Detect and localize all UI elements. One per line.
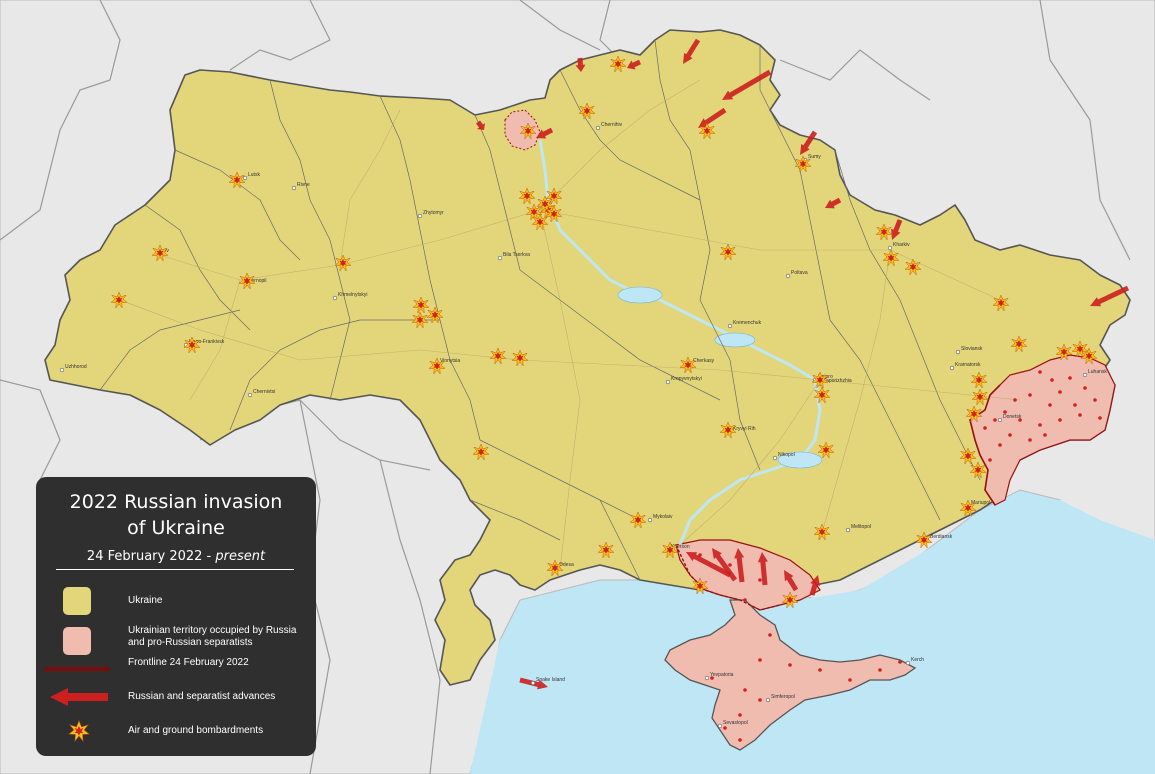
occupied-city-dot	[1038, 423, 1042, 427]
occupied-city-dot	[1068, 376, 1072, 380]
occupied-city-dot	[1013, 398, 1017, 402]
occupied-city-dot	[1003, 410, 1007, 414]
legend-label-occupied-line2: and pro-Russian separatists	[128, 637, 253, 648]
occupied-swatch	[63, 627, 91, 655]
legend-divider	[56, 569, 294, 570]
occupied-city-dot	[738, 738, 742, 742]
svg-text:Kropyvnytskyi: Kropyvnytskyi	[671, 376, 702, 382]
svg-text:Cherkasy: Cherkasy	[693, 358, 715, 364]
legend-label-occupied-line1: Ukrainian territory occupied by Russia	[128, 625, 297, 636]
legend-item-ukraine: Ukraine	[36, 587, 316, 627]
svg-text:Kremenchuk: Kremenchuk	[733, 320, 762, 326]
occupied-city-dot	[1028, 393, 1032, 397]
svg-text:Luhansk: Luhansk	[1088, 369, 1107, 375]
occupied-city-dot	[698, 553, 702, 557]
occupied-city-dot	[988, 458, 992, 462]
svg-text:Nikopol: Nikopol	[778, 452, 795, 458]
svg-text:Odesa: Odesa	[559, 562, 574, 568]
svg-text:Zhytomyr: Zhytomyr	[423, 210, 444, 216]
map-stage: KyivKharkivChernihivSumyOdesaMykolaivKhe…	[0, 0, 1155, 774]
svg-text:Uzhhorod: Uzhhorod	[65, 364, 87, 370]
svg-text:Poltava: Poltava	[791, 270, 808, 276]
legend-label-ukraine: Ukraine	[128, 595, 163, 606]
svg-text:Chernivtsi: Chernivtsi	[253, 389, 275, 395]
occupied-city-dot	[848, 678, 852, 682]
explosion-icon	[68, 720, 90, 742]
occupied-city-dot	[1048, 403, 1052, 407]
svg-text:Chernihiv: Chernihiv	[601, 122, 623, 128]
occupied-city-dot	[743, 598, 747, 602]
svg-text:Kerch: Kerch	[911, 657, 924, 663]
svg-text:Berdiansk: Berdiansk	[930, 534, 953, 540]
svg-text:Mykolaiv: Mykolaiv	[653, 514, 673, 520]
occupied-city-dot	[1083, 386, 1087, 390]
occupied-city-dot	[1058, 390, 1062, 394]
legend-label-frontline: Frontline 24 February 2022	[128, 657, 249, 668]
occupied-city-dot	[818, 668, 822, 672]
svg-text:Simferopol: Simferopol	[771, 694, 795, 700]
ukraine-swatch	[63, 587, 91, 615]
svg-text:Sloviansk: Sloviansk	[961, 346, 983, 352]
occupied-city-dot	[1078, 413, 1082, 417]
occupied-city-dot	[1050, 378, 1054, 382]
svg-text:Sevastopol: Sevastopol	[723, 720, 748, 726]
occupied-city-dot	[1028, 438, 1032, 442]
occupied-city-dot	[983, 426, 987, 430]
occupied-city-dot	[723, 726, 727, 730]
legend-title-line2: of Ukraine	[127, 517, 225, 539]
legend-label-occupied: Ukrainian territory occupied by Russia a…	[128, 625, 308, 649]
occupied-city-dot	[878, 668, 882, 672]
svg-text:Kryvyi Rih: Kryvyi Rih	[733, 426, 756, 432]
svg-text:Rivne: Rivne	[297, 182, 310, 188]
occupied-city-dot	[1098, 416, 1102, 420]
frontline-line	[44, 667, 110, 671]
occupied-city-dot	[768, 633, 772, 637]
legend-item-bombardment: Air and ground bombardments	[36, 720, 316, 760]
occupied-city-dot	[1008, 433, 1012, 437]
legend-date-suffix: present	[215, 549, 266, 564]
occupied-city-dot	[758, 578, 762, 582]
legend-date-prefix: 24 February 2022 -	[86, 549, 216, 564]
occupied-city-dot	[1018, 418, 1022, 422]
occupied-city-dot	[758, 658, 762, 662]
occupied-city-dot	[898, 660, 902, 664]
legend-label-bombardment: Air and ground bombardments	[128, 725, 264, 736]
svg-text:Khmelnytskyi: Khmelnytskyi	[338, 292, 367, 298]
occupied-city-dot	[788, 663, 792, 667]
occupied-city-dot	[758, 698, 762, 702]
advance-arrow	[50, 688, 108, 706]
occupied-city-dot	[1038, 370, 1042, 374]
occupied-city-dot	[738, 713, 742, 717]
occupied-city-dot	[743, 688, 747, 692]
legend-label-advance: Russian and separatist advances	[128, 691, 276, 702]
occupied-city-dot	[1073, 403, 1077, 407]
occupied-city-dot	[1043, 433, 1047, 437]
occupied-city-dot	[728, 563, 732, 567]
legend-date: 24 February 2022 - present	[36, 549, 316, 564]
svg-text:Lutsk: Lutsk	[248, 172, 260, 178]
svg-text:Vinnytsia: Vinnytsia	[440, 358, 460, 364]
legend-title-line1: 2022 Russian invasion	[69, 491, 283, 513]
occupied-city-dot	[993, 418, 997, 422]
svg-text:Bila Tserkva: Bila Tserkva	[503, 252, 530, 258]
legend-title: 2022 Russian invasion of Ukraine	[36, 489, 316, 541]
legend-panel: 2022 Russian invasion of Ukraine 24 Febr…	[36, 477, 316, 756]
svg-text:Kharkiv: Kharkiv	[893, 242, 910, 248]
svg-text:Melitopol: Melitopol	[851, 524, 871, 530]
occupied-city-dot	[998, 443, 1002, 447]
svg-text:Snake Island: Snake Island	[536, 677, 565, 683]
occupied-city-dot	[1058, 418, 1062, 422]
occupied-city-dot	[710, 676, 714, 680]
svg-text:Kramatorsk: Kramatorsk	[955, 362, 981, 368]
occupied-city-dot	[1093, 398, 1097, 402]
